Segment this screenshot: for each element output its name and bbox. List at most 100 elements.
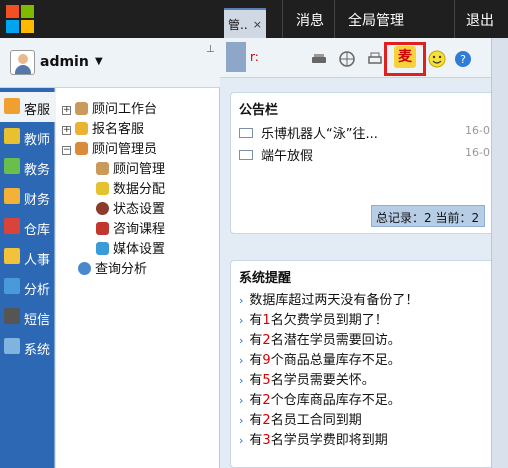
- smiley-icon[interactable]: [428, 50, 446, 68]
- bulletin-title: 公告栏: [239, 103, 279, 118]
- tree-node-registration-service[interactable]: + 报名客服: [62, 118, 144, 137]
- rail-item-label: 教师: [24, 133, 51, 148]
- mai-button[interactable]: 麦: [394, 46, 416, 68]
- globe-icon[interactable]: [338, 50, 356, 68]
- registration-icon: [75, 122, 88, 135]
- avatar[interactable]: [10, 50, 35, 75]
- tree-node-label: 咨询课程: [113, 222, 166, 237]
- rail-item-sms[interactable]: 短信: [0, 302, 55, 332]
- tree-node-media-settings[interactable]: 媒体设置: [96, 238, 165, 257]
- bulletin-item[interactable]: 端午放假 16-0: [239, 145, 490, 164]
- system-reminder-item[interactable]: › 有1名欠费学员到期了！: [239, 309, 388, 328]
- tab-active[interactable]: 管.. ×: [224, 8, 266, 38]
- rail-item-system[interactable]: 系统: [0, 332, 55, 362]
- logout-button[interactable]: 退出: [466, 10, 494, 30]
- academic-icon: [4, 158, 20, 174]
- system-reminder-item[interactable]: › 有5名学员需要关怀。: [239, 369, 375, 388]
- pin-icon[interactable]: ⊥: [206, 44, 215, 55]
- rail-item-analysis[interactable]: 分析: [0, 272, 55, 302]
- rail-item-label: 短信: [24, 313, 51, 328]
- rail-item-label: 仓库: [24, 223, 51, 238]
- tree-node-advisor-admin[interactable]: − 顾问管理员: [62, 138, 157, 157]
- workbench-icon: [75, 102, 88, 115]
- system-reminder-item[interactable]: › 有2名潜在学员需要回访。: [239, 329, 401, 348]
- help-icon[interactable]: ?: [454, 50, 472, 68]
- user-menu-chevron-down-icon[interactable]: ▼: [95, 56, 103, 67]
- top-bar: 管.. × 消息 全局管理 退出: [0, 0, 508, 38]
- user-name[interactable]: admin: [40, 54, 89, 70]
- bullet-arrow-icon: ›: [239, 414, 244, 427]
- tab-label: 管..: [228, 18, 248, 32]
- bulletin-item-text: 乐博机器人“泳”往...: [261, 127, 378, 142]
- bulletin-pager: 总记录：2 当前：2: [371, 205, 485, 227]
- admin-group-icon: [75, 142, 88, 155]
- finance-icon: [4, 188, 20, 204]
- warehouse-icon: [4, 218, 20, 234]
- rail-item-academic[interactable]: 教务: [0, 152, 55, 182]
- bulletin-item[interactable]: 乐博机器人“泳”往... 16-0: [239, 123, 490, 142]
- bulletin-item-date: 16-0: [465, 124, 490, 137]
- rail-item-label: 系统: [24, 343, 51, 358]
- user-bar: admin ▼ ⊥: [0, 38, 220, 88]
- toolbar: r: 麦 ?: [220, 38, 508, 78]
- messages-button[interactable]: 消息: [296, 10, 324, 30]
- system-reminder-item[interactable]: › 有3名学员学费即将到期: [239, 429, 388, 448]
- mail-icon: [239, 150, 253, 160]
- tree-node-label: 状态设置: [113, 202, 166, 217]
- tree-node-status-settings[interactable]: 状态设置: [96, 198, 165, 217]
- tree-node-query-analysis[interactable]: 查询分析: [78, 258, 147, 277]
- tree-node-label: 媒体设置: [113, 242, 166, 257]
- allocation-icon: [96, 182, 109, 195]
- tree-node-label: 顾问管理员: [92, 142, 158, 157]
- bulletin-item-date: 16-0: [465, 146, 490, 159]
- analysis-icon: [4, 278, 20, 294]
- mail-icon: [239, 128, 253, 138]
- rail-item-teacher[interactable]: 教师: [0, 122, 55, 152]
- tree-node-label: 报名客服: [92, 122, 145, 137]
- tree-node-advisor-management[interactable]: 顾问管理: [96, 158, 165, 177]
- vertical-scrollbar[interactable]: [491, 38, 508, 468]
- bullet-arrow-icon: ›: [239, 434, 244, 447]
- global-admin-button[interactable]: 全局管理: [348, 10, 404, 30]
- expand-plus-icon[interactable]: +: [62, 126, 71, 135]
- users-icon: [96, 162, 109, 175]
- main-content: r: 麦 ? 公告栏 乐博机器人“泳”往... 16-0 端午放假 16-0 总…: [220, 38, 508, 468]
- rail-item-customer-service[interactable]: 客服: [0, 92, 56, 122]
- tree-node-consult-courses[interactable]: 咨询课程: [96, 218, 165, 237]
- system-reminder-item[interactable]: › 数据库超过两天没有备份了！: [239, 289, 418, 308]
- nav-tree: + 顾问工作台 + 报名客服 − 顾问管理员 顾问管理 数据分配 状态设置 咨询课程 …: [56, 88, 220, 468]
- bulletin-panel: 公告栏 乐博机器人“泳”往... 16-0 端午放假 16-0 总记录：2 当前…: [230, 92, 500, 234]
- rail-item-label: 人事: [24, 253, 51, 268]
- bullet-arrow-icon: ›: [239, 374, 244, 387]
- system-reminder-item[interactable]: › 有2个仓库商品库存不足。: [239, 389, 401, 408]
- rail-item-finance[interactable]: 财务: [0, 182, 55, 212]
- rail-item-hr[interactable]: 人事: [0, 242, 55, 272]
- system-reminder-title: 系统提醒: [239, 271, 292, 286]
- printer-icon[interactable]: [366, 50, 384, 68]
- system-reminder-panel: 系统提醒 › 数据库超过两天没有备份了！ › 有1名欠费学员到期了！ › 有2名潜在学…: [230, 260, 500, 468]
- bullet-arrow-icon: ›: [239, 394, 244, 407]
- svg-text:?: ?: [460, 53, 466, 66]
- system-reminder-item[interactable]: › 有2名员工合同到期: [239, 409, 362, 428]
- bullet-arrow-icon: ›: [239, 354, 244, 367]
- tree-node-data-allocation[interactable]: 数据分配: [96, 178, 165, 197]
- tree-node-label: 数据分配: [113, 182, 166, 197]
- windows-logo-icon[interactable]: [6, 5, 34, 33]
- status-icon: [96, 202, 109, 215]
- bullet-arrow-icon: ›: [239, 334, 244, 347]
- tree-node-label: 顾问管理: [113, 162, 166, 177]
- rail-item-warehouse[interactable]: 仓库: [0, 212, 55, 242]
- tree-node-advisor-workbench[interactable]: + 顾问工作台: [62, 98, 157, 117]
- search-icon: [78, 262, 91, 275]
- bulletin-item-text: 端午放假: [261, 149, 314, 164]
- bullet-arrow-icon: ›: [239, 314, 244, 327]
- collapse-minus-icon[interactable]: −: [62, 146, 71, 155]
- system-icon: [4, 338, 20, 354]
- tab-close-icon[interactable]: ×: [253, 18, 262, 31]
- device-icon[interactable]: [310, 50, 328, 68]
- books-icon: [96, 222, 109, 235]
- tree-node-label: 顾问工作台: [92, 102, 158, 117]
- system-reminder-item[interactable]: › 有9个商品总量库存不足。: [239, 349, 401, 368]
- expand-plus-icon[interactable]: +: [62, 106, 71, 115]
- toolbar-marker: [226, 42, 246, 72]
